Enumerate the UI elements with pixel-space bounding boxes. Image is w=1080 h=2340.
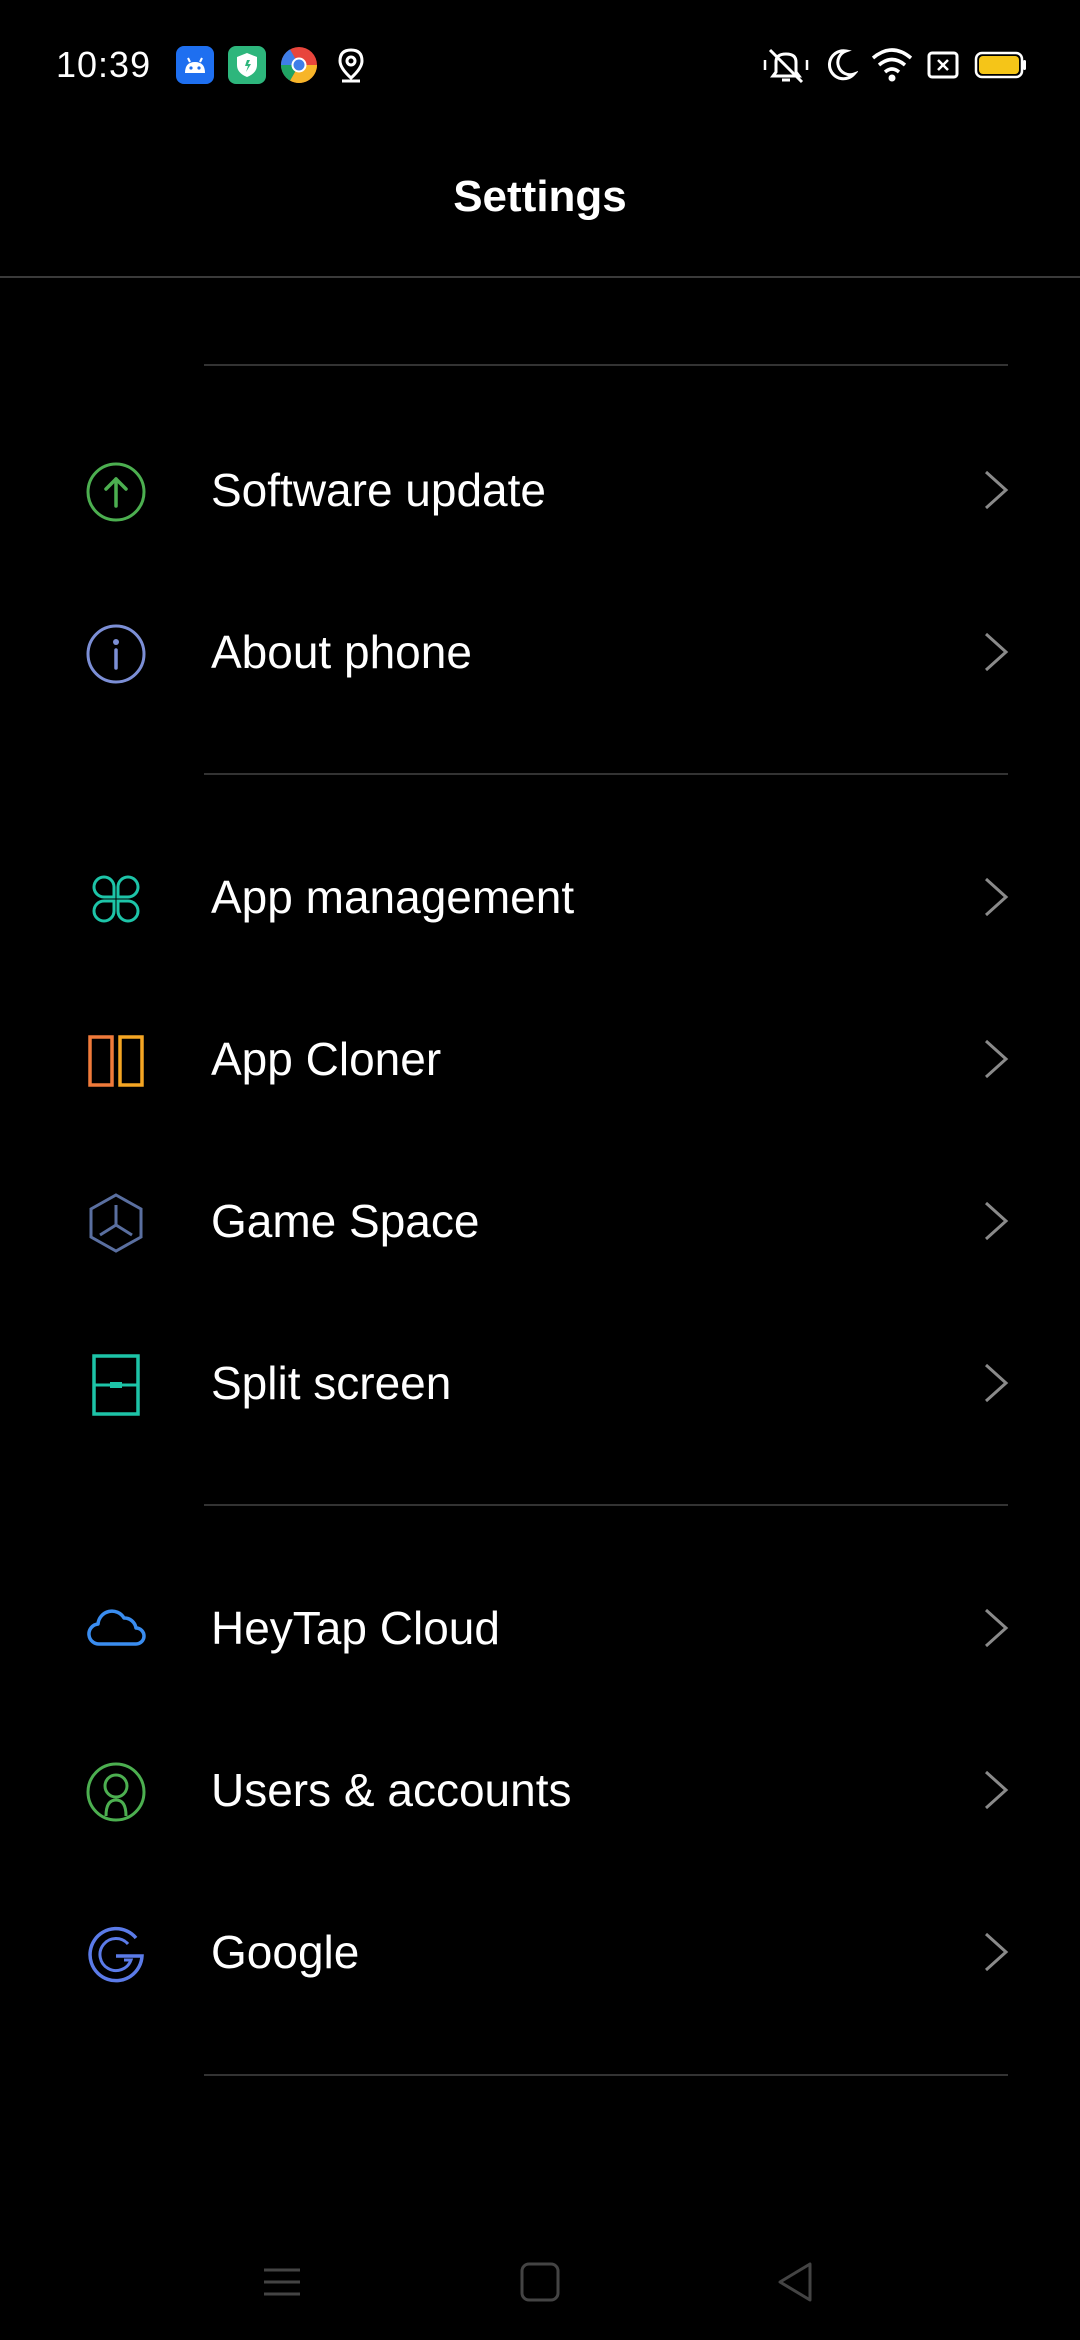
game-space-icon [89, 1193, 143, 1253]
cloud-icon [87, 1609, 146, 1646]
google-icon [88, 1926, 144, 1983]
group-divider [204, 364, 1008, 366]
shield-app-icon [228, 46, 266, 84]
group-divider [204, 1504, 1008, 1506]
chevron-right-icon [984, 1770, 1009, 1810]
settings-item-game-space[interactable]: Game Space [0, 1140, 1080, 1302]
apps-grid-icon [92, 875, 140, 923]
chevron-right-icon [984, 877, 1009, 917]
do-not-disturb-moon-icon [827, 49, 858, 81]
settings-item-label: Users & accounts [211, 1764, 572, 1816]
group-divider [204, 773, 1008, 775]
settings-item-label: Software update [211, 464, 547, 516]
header: Settings [0, 132, 1080, 276]
app-cloner-icon [88, 1035, 144, 1087]
chevron-right-icon [984, 1039, 1009, 1079]
chevron-right-icon [984, 470, 1009, 510]
chevron-right-icon [984, 1608, 1009, 1648]
settings-item-label: App management [211, 871, 575, 923]
chevron-right-icon [984, 1363, 1009, 1403]
upload-arrow-icon [86, 462, 146, 522]
settings-item-users-accounts[interactable]: Users & accounts [0, 1709, 1080, 1871]
vibrate-off-icon [763, 48, 809, 84]
settings-item-label: App Cloner [211, 1033, 442, 1085]
group-divider [204, 2074, 1008, 2076]
settings-item-app-cloner[interactable]: App Cloner [0, 978, 1080, 1140]
back-icon[interactable] [768, 2254, 824, 2310]
chevron-right-icon [984, 1932, 1009, 1972]
settings-item-app-management[interactable]: App management [0, 816, 1080, 978]
status-time: 10:39 [56, 44, 152, 85]
home-icon[interactable] [512, 2254, 568, 2310]
user-icon [86, 1762, 146, 1822]
settings-item-google[interactable]: Google [0, 1871, 1080, 2033]
chrome-app-icon [281, 47, 317, 84]
battery-icon [974, 51, 1026, 79]
settings-item-label: Split screen [211, 1357, 452, 1409]
settings-item-label: Google [211, 1926, 360, 1978]
info-icon [86, 624, 146, 684]
chevron-right-icon [984, 632, 1009, 672]
page-title: Settings [453, 172, 627, 221]
settings-item-heytap-cloud[interactable]: HeyTap Cloud [0, 1547, 1080, 1709]
header-divider [0, 276, 1080, 278]
location-icon [338, 48, 364, 83]
settings-item-label: About phone [211, 626, 472, 678]
settings-item-split-screen[interactable]: Split screen [0, 1302, 1080, 1464]
split-screen-icon [92, 1354, 140, 1416]
navigation-bar [0, 2220, 1080, 2340]
wifi-icon [871, 48, 913, 82]
settings-item-label: Game Space [211, 1195, 480, 1247]
chevron-right-icon [984, 1201, 1009, 1241]
no-sim-icon [927, 51, 959, 79]
settings-item-software-update[interactable]: Software update [0, 409, 1080, 571]
settings-item-about-phone[interactable]: About phone [0, 571, 1080, 733]
status-bar: 10:39 [0, 0, 1080, 132]
menu-icon[interactable] [254, 2254, 310, 2310]
settings-item-label: HeyTap Cloud [211, 1602, 500, 1654]
android-app-icon [176, 46, 214, 84]
